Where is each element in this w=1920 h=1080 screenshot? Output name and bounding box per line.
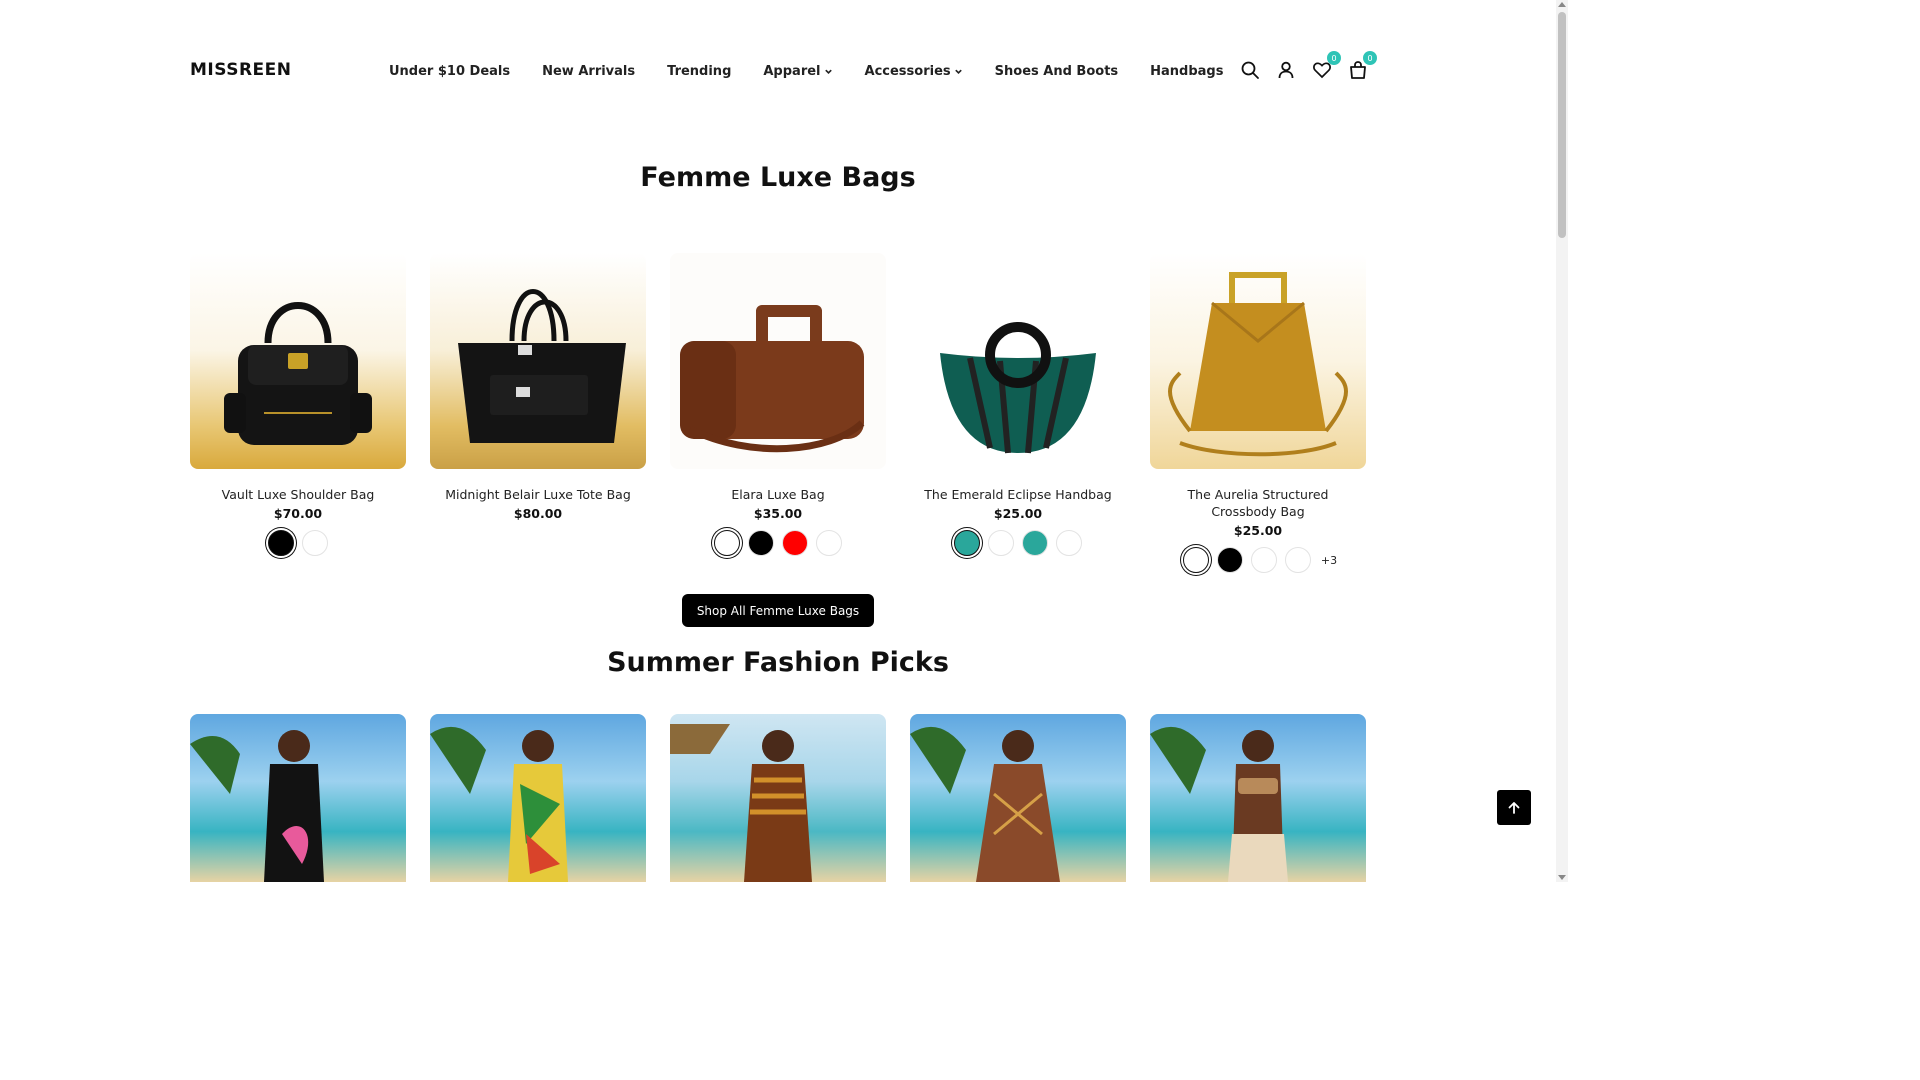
nav-new-arrivals[interactable]: New Arrivals [542,64,635,79]
color-swatches: +3 [1150,547,1366,573]
product-price: $25.00 [1233,523,1283,538]
wishlist-count-badge: 0 [1327,51,1341,65]
product-image[interactable] [670,253,886,469]
product-card[interactable]: Midnight Belair Luxe Tote Bag $80.00 [430,253,646,573]
product-image[interactable] [1150,253,1366,469]
product-name[interactable]: The Aurelia Structured Crossbody Bag [1150,486,1366,520]
product-name[interactable]: Vault Luxe Shoulder Bag [190,486,406,503]
black-floral-swimsuit-photo-icon [190,730,324,882]
swatch-black[interactable] [1216,547,1243,573]
patterned-mini-dress-photo-icon [910,726,1060,882]
tropical-print-swimsuit-photo-icon [430,726,568,882]
swatch-white[interactable] [1182,547,1209,573]
scroll-down-arrow[interactable] [1558,875,1566,880]
nav-apparel[interactable]: Apparel [763,64,832,79]
emerald-shell-handbag-icon [940,322,1096,454]
site-logo[interactable]: MISSREEN [190,60,292,80]
wishlist-button[interactable]: 0 [1310,51,1341,82]
color-swatches [910,530,1126,556]
nav-label: Shoes And Boots [994,63,1119,79]
cart-count-badge: 0 [1363,51,1377,65]
summer-grid [190,714,1366,882]
product-image[interactable] [910,253,1126,469]
nav-accessories[interactable]: Accessories [865,64,963,79]
mustard-crossbody-bag-icon [1168,272,1348,457]
swatch-teal[interactable] [954,530,980,556]
summer-product-image[interactable] [190,714,406,882]
main-nav: Under $10 Deals New Arrivals Trending Ap… [389,62,1223,80]
back-to-top-button[interactable] [1497,790,1531,825]
swatch-black[interactable] [268,530,294,556]
product-price: $25.00 [993,506,1043,521]
nav-label: Apparel [763,63,821,79]
account-button[interactable] [1274,58,1298,82]
arrow-up-icon [1508,801,1520,814]
swatch-white[interactable] [302,530,328,556]
cart-button[interactable]: 0 [1346,51,1377,82]
scrollbar-thumb[interactable] [1558,12,1566,238]
search-button[interactable] [1238,58,1262,82]
swatch-black[interactable] [748,530,774,556]
product-name[interactable]: Elara Luxe Bag [670,486,886,503]
more-swatches-count[interactable]: +3 [1321,554,1337,567]
user-icon [1278,61,1294,79]
color-swatches [190,530,406,556]
nav-label: New Arrivals [542,63,636,79]
nav-label: Trending [667,63,732,79]
brown-box-bag-icon [680,305,865,453]
product-price: $35.00 [753,506,803,521]
swatch-white[interactable] [1284,547,1311,573]
product-card[interactable]: Vault Luxe Shoulder Bag $70.00 [190,253,406,573]
nav-handbags[interactable]: Handbags [1150,64,1223,79]
nav-label: Handbags [1150,63,1224,79]
section-title-summer: Summer Fashion Picks [607,647,949,678]
search-icon [1241,61,1259,79]
black-tote-bag-icon [458,289,626,443]
product-name[interactable]: The Emerald Eclipse Handbag [910,486,1126,503]
scroll-up-arrow[interactable] [1558,2,1566,7]
nav-under-10-deals[interactable]: Under $10 Deals [389,64,510,79]
swatch-white[interactable] [988,530,1014,556]
product-price: $80.00 [513,506,563,521]
shop-all-bags-button[interactable]: Shop All Femme Luxe Bags [682,594,874,627]
product-grid: Vault Luxe Shoulder Bag $70.00 Midnight … [190,253,1366,573]
product-name[interactable]: Midnight Belair Luxe Tote Bag [430,486,646,503]
header-icons: 0 0 [1238,51,1377,82]
product-card[interactable]: The Aurelia Structured Crossbody Bag $25… [1150,253,1366,573]
nav-label: Under $10 Deals [389,63,511,79]
color-swatches [670,530,886,556]
page-scrollbar[interactable] [1556,0,1568,882]
swatch-white[interactable] [816,530,842,556]
chevron-down-icon [824,69,832,74]
swatch-red[interactable] [782,530,808,556]
swatch-white[interactable] [1056,530,1082,556]
product-price: $70.00 [273,506,323,521]
nav-shoes-and-boots[interactable]: Shoes And Boots [995,64,1119,79]
tan-bikini-wrap-photo-icon [1150,726,1288,882]
site-header: MISSREEN Under $10 Deals New Arrivals Tr… [0,0,1556,120]
product-card[interactable]: The Emerald Eclipse Handbag $25.00 [910,253,1126,573]
nav-trending[interactable]: Trending [667,64,731,79]
tribal-print-dress-photo-icon [670,724,812,882]
black-shoulder-bag-icon [224,302,372,445]
product-card[interactable]: Elara Luxe Bag $35.00 [670,253,886,573]
swatch-teal[interactable] [1022,530,1048,556]
chevron-down-icon [954,69,962,74]
summer-product-image[interactable] [910,714,1126,882]
swatch-white[interactable] [714,530,740,556]
product-image[interactable] [190,253,406,469]
product-image[interactable] [430,253,646,469]
summer-product-image[interactable] [1150,714,1366,882]
summer-product-image[interactable] [670,714,886,882]
swatch-white[interactable] [1250,547,1277,573]
section-title-bags: Femme Luxe Bags [640,162,916,193]
summer-product-image[interactable] [430,714,646,882]
nav-label: Accessories [864,63,951,79]
